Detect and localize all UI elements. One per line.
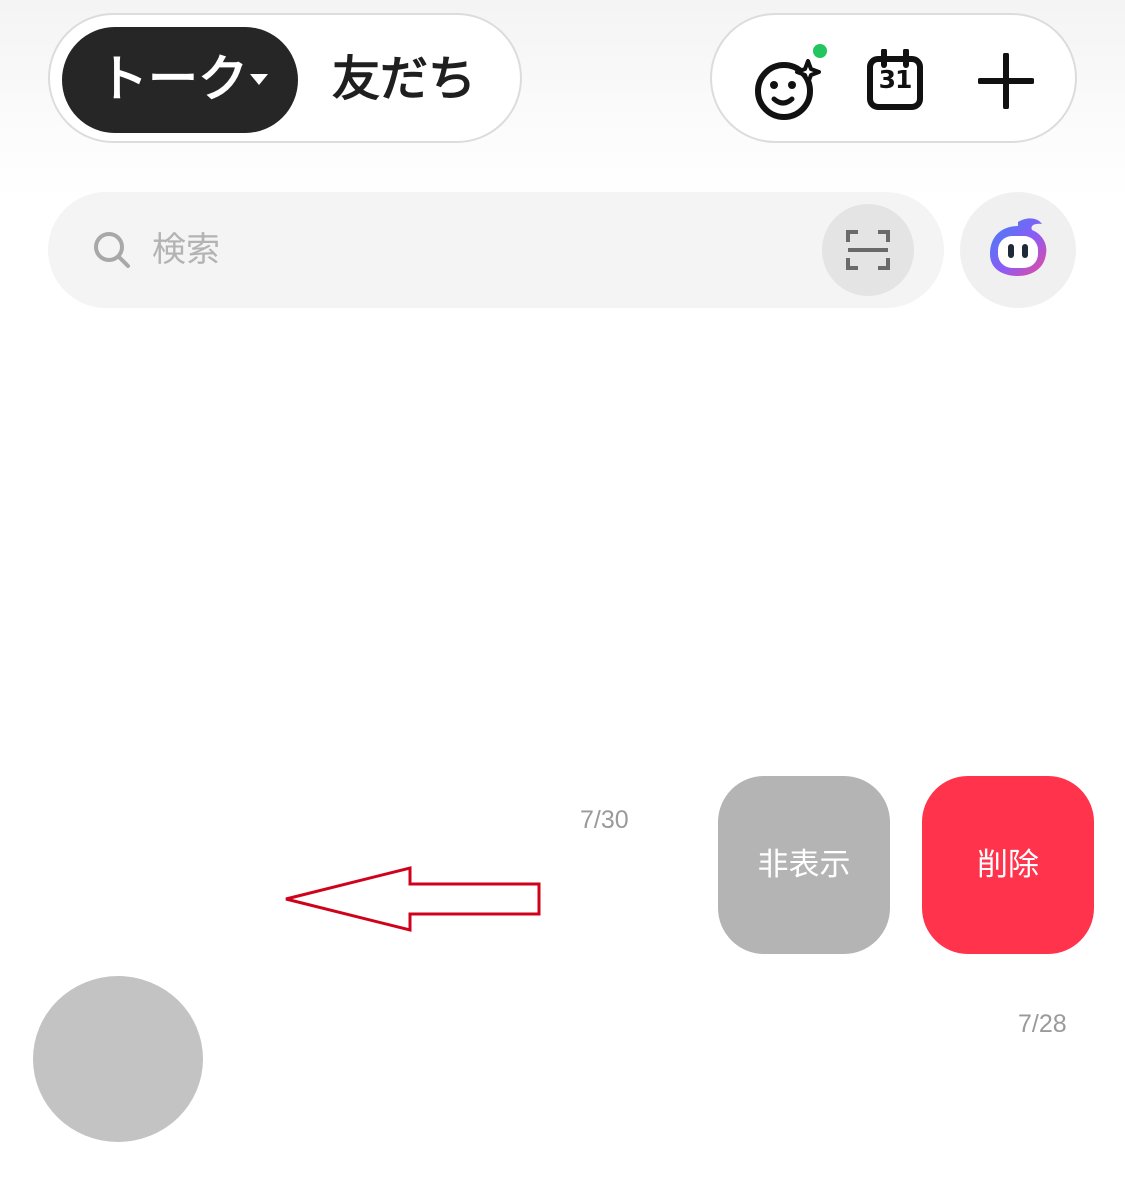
hide-button[interactable]: 非表示	[718, 776, 890, 954]
tab-switcher: トーク 友だち	[48, 13, 522, 143]
chevron-down-icon[interactable]	[250, 74, 268, 85]
search-input[interactable]: 検索	[48, 192, 944, 308]
search-icon	[94, 232, 130, 268]
scan-frame-icon	[846, 230, 890, 270]
chat-row-date: 7/30	[580, 806, 629, 834]
avatar	[33, 976, 203, 1142]
sticker-sparkle-icon[interactable]	[750, 43, 830, 123]
plus-icon[interactable]	[978, 53, 1034, 109]
tab-talk[interactable]: トーク	[62, 27, 298, 133]
scan-button[interactable]	[822, 204, 914, 296]
chat-row-date: 7/28	[1018, 1010, 1067, 1038]
left-arrow-icon	[285, 866, 541, 932]
header-actions: 31	[710, 13, 1077, 143]
ai-assistant-button[interactable]	[960, 192, 1076, 308]
delete-button[interactable]: 削除	[922, 776, 1094, 954]
tab-talk-label: トーク	[98, 50, 248, 108]
calendar-icon[interactable]: 31	[866, 49, 924, 111]
tab-friends[interactable]: 友だち	[332, 27, 476, 133]
search-placeholder: 検索	[152, 230, 220, 270]
calendar-day-label: 31	[878, 65, 913, 94]
ai-assistant-icon	[990, 218, 1047, 276]
